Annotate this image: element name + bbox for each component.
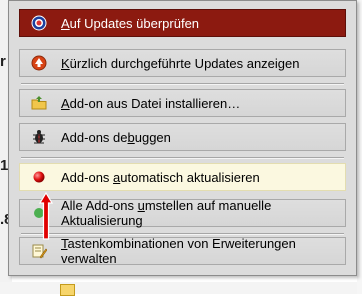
update-check-icon	[31, 15, 47, 31]
menu-item-auto-update[interactable]: Add-ons automatisch aktualisieren	[19, 163, 346, 191]
red-dot-icon	[31, 169, 47, 185]
menu-item-label: Tastenkombinationen von Erweiterungen ve…	[61, 236, 296, 266]
menu-item-install-from-file[interactable]: Add-on aus Datei installieren…	[19, 89, 346, 117]
menu-item-manual-updates[interactable]: Alle Add-ons umstellen auf manuelle Aktu…	[19, 198, 346, 228]
background-bottom-strip	[0, 282, 362, 294]
menu-item-label: Add-ons debuggen	[61, 129, 171, 145]
menu-item-label: Add-on aus Datei installieren…	[61, 95, 241, 111]
addons-tools-menu: Auf Updates überprüfen Kürzlich durchgef…	[8, 0, 357, 276]
menu-item-debug-addons[interactable]: Add-ons debuggen	[19, 123, 346, 151]
annotation-arrow-icon	[39, 191, 53, 240]
debug-bug-icon	[31, 129, 47, 145]
edit-shortcuts-icon	[31, 243, 47, 259]
menu-item-label: Add-ons automatisch aktualisieren	[61, 169, 260, 185]
menu-item-label: Alle Add-ons umstellen auf manuelle Aktu…	[61, 198, 272, 228]
menu-separator	[21, 233, 344, 235]
background-right-strip	[357, 0, 362, 294]
background-text-fragment: r	[0, 53, 6, 70]
menu-separator	[21, 157, 344, 159]
install-from-file-icon	[31, 95, 47, 111]
menu-separator	[21, 83, 344, 85]
menu-item-label: Kürzlich durchgeführte Updates anzeigen	[61, 55, 300, 71]
menu-item-label: Auf Updates überprüfen	[61, 15, 200, 31]
recent-updates-icon	[31, 55, 47, 71]
menu-item-check-updates[interactable]: Auf Updates überprüfen	[19, 9, 346, 37]
addon-folder-icon	[60, 284, 75, 296]
menu-item-manage-shortcuts[interactable]: Tastenkombinationen von Erweiterungen ve…	[19, 236, 346, 266]
menu-item-recent-updates[interactable]: Kürzlich durchgeführte Updates anzeigen	[19, 49, 346, 77]
